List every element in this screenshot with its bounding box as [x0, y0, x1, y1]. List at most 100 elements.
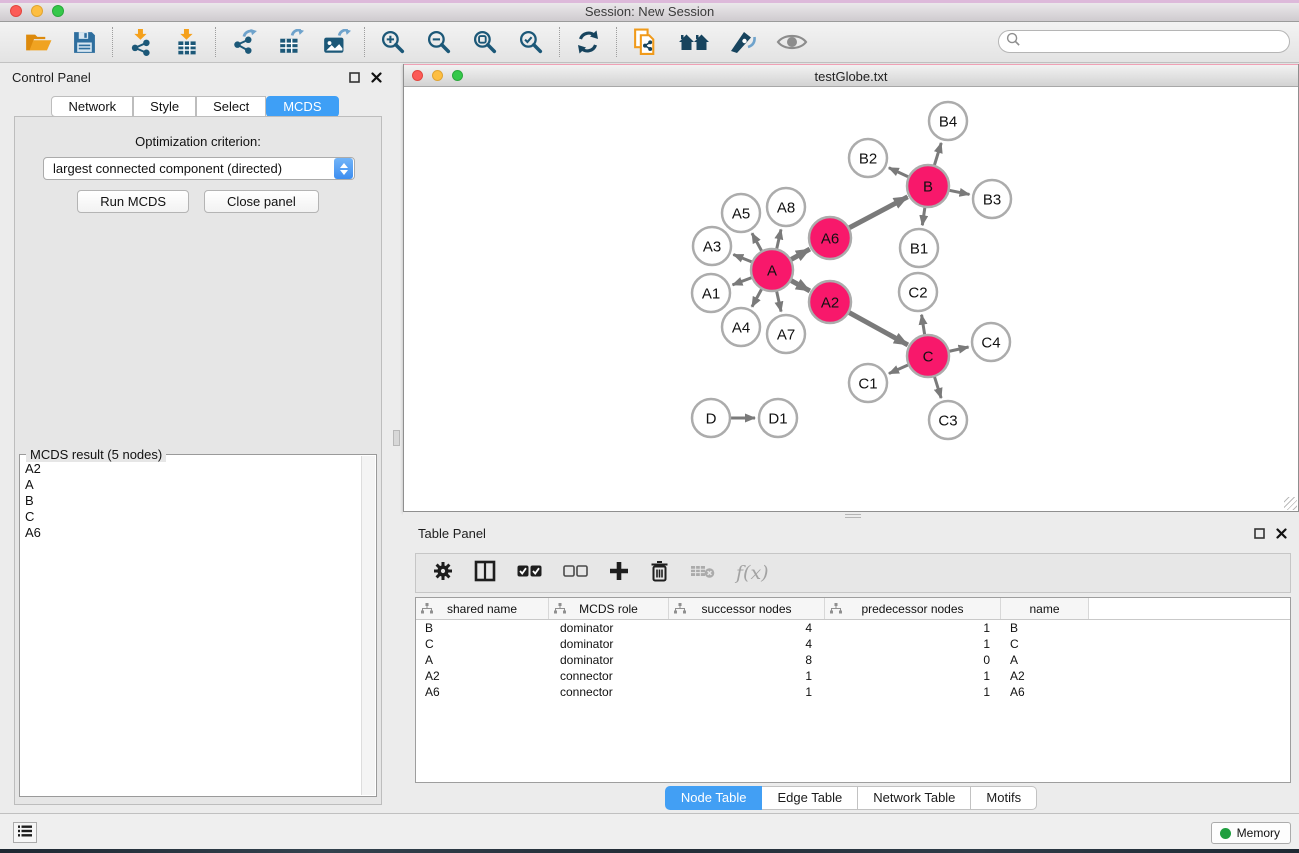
node-A1[interactable]: A1 [692, 274, 730, 312]
tab-motifs[interactable]: Motifs [971, 786, 1037, 810]
column-header-shared-name[interactable]: shared name [416, 598, 549, 619]
tab-edge-table[interactable]: Edge Table [762, 786, 858, 810]
zoom-out-icon [426, 29, 453, 56]
node-C2[interactable]: C2 [899, 273, 937, 311]
import-table-button[interactable] [173, 28, 201, 56]
show-columns-button[interactable] [474, 560, 496, 587]
node-A8[interactable]: A8 [767, 188, 805, 226]
save-session-button[interactable] [70, 28, 98, 56]
table-cell: 8 [669, 652, 825, 668]
result-item[interactable]: A [21, 477, 361, 493]
node-A4[interactable]: A4 [722, 308, 760, 346]
toolbar-search[interactable] [998, 30, 1290, 53]
node-A3[interactable]: A3 [693, 227, 731, 265]
memory-button[interactable]: Memory [1211, 822, 1291, 844]
memory-label: Memory [1237, 826, 1280, 840]
node-D[interactable]: D [692, 399, 730, 437]
tab-network[interactable]: Network [51, 96, 133, 117]
tab-mcds[interactable]: MCDS [266, 96, 338, 117]
table-row[interactable]: Cdominator41C [416, 636, 1290, 652]
network-window-titlebar[interactable]: testGlobe.txt [404, 65, 1298, 87]
tab-select[interactable]: Select [196, 96, 266, 117]
table-cell: 1 [825, 668, 1001, 684]
node-C4[interactable]: C4 [972, 323, 1010, 361]
node-A5[interactable]: A5 [722, 194, 760, 232]
run-mcds-button[interactable]: Run MCDS [77, 190, 189, 213]
table-settings-button[interactable] [433, 561, 453, 586]
table-row[interactable]: Bdominator41B [416, 620, 1290, 636]
zoom-fit-button[interactable] [471, 28, 499, 56]
divider-grip[interactable] [845, 514, 861, 518]
float-panel-icon[interactable] [1253, 527, 1265, 539]
zoom-out-button[interactable] [425, 28, 453, 56]
close-panel-icon[interactable] [1275, 527, 1287, 539]
zoom-selected-button[interactable] [517, 28, 545, 56]
tab-node-table[interactable]: Node Table [665, 786, 763, 810]
export-network-button[interactable] [230, 28, 258, 56]
network-canvas[interactable]: B4 B2 B B3 A8A5 A6 A3 B1 A A1 C2 A2 A4A7 C4 C C1 C3 D D1 [404, 87, 1298, 511]
show-graphics-details-button[interactable] [775, 28, 809, 56]
float-panel-icon[interactable] [348, 71, 360, 83]
table-cell: C [416, 636, 549, 652]
create-column-button[interactable] [609, 561, 629, 586]
column-header-successor-nodes[interactable]: successor nodes [669, 598, 825, 619]
search-input[interactable] [1021, 33, 1289, 51]
table-row[interactable]: Adominator80A [416, 652, 1290, 668]
column-header-name[interactable]: name [1001, 598, 1089, 619]
node-C3[interactable]: C3 [929, 401, 967, 439]
show-task-history-button[interactable] [13, 822, 37, 843]
import-table-icon [174, 29, 200, 56]
delete-table-button[interactable] [690, 563, 715, 584]
svg-text:B3: B3 [983, 191, 1001, 208]
close-panel-button[interactable]: Close panel [204, 190, 319, 213]
column-header-mcds-role[interactable]: MCDS role [549, 598, 669, 619]
function-builder-button[interactable]: f(x) [736, 562, 769, 584]
tab-style[interactable]: Style [133, 96, 196, 117]
zoom-in-button[interactable] [379, 28, 407, 56]
show-all-views-button[interactable] [677, 28, 711, 56]
result-item[interactable]: A2 [21, 461, 361, 477]
export-image-button[interactable] [322, 28, 350, 56]
node-C[interactable]: C [907, 335, 949, 377]
node-D1[interactable]: D1 [759, 399, 797, 437]
table-row[interactable]: A6connector11A6 [416, 684, 1290, 700]
memory-status-icon [1220, 828, 1231, 839]
result-item[interactable]: C [21, 509, 361, 525]
node-B4[interactable]: B4 [929, 102, 967, 140]
close-panel-icon[interactable] [370, 71, 382, 83]
select-all-columns-button[interactable] [517, 564, 542, 582]
node-B2[interactable]: B2 [849, 139, 887, 177]
tab-network-table[interactable]: Network Table [858, 786, 971, 810]
open-session-button[interactable] [24, 28, 52, 56]
table-row[interactable]: A2connector11A2 [416, 668, 1290, 684]
criterion-select[interactable]: largest connected component (directed) [43, 157, 355, 180]
window-resize-grip[interactable] [1284, 497, 1297, 510]
vertical-split-divider[interactable] [390, 63, 403, 813]
result-scrollbar[interactable] [361, 456, 375, 795]
export-table-button[interactable] [276, 28, 304, 56]
horizontal-split-divider[interactable] [403, 512, 1299, 520]
node-A7[interactable]: A7 [767, 315, 805, 353]
node-A[interactable]: A [751, 249, 793, 291]
node-A6[interactable]: A6 [809, 217, 851, 259]
clone-network-button[interactable] [631, 28, 659, 56]
hide-graphics-details-button[interactable] [729, 28, 757, 56]
refresh-button[interactable] [574, 28, 602, 56]
unselect-all-columns-button[interactable] [563, 564, 588, 582]
result-item[interactable]: A6 [21, 525, 361, 541]
application-window: { "window": { "title": "Session: New Ses… [0, 0, 1299, 853]
node-B1[interactable]: B1 [900, 229, 938, 267]
delete-column-button[interactable] [650, 560, 669, 587]
mcds-result-list[interactable]: A2ABCA6 [21, 461, 361, 795]
node-B[interactable]: B [907, 165, 949, 207]
node-C1[interactable]: C1 [849, 364, 887, 402]
table-cell: 1 [825, 620, 1001, 636]
window-title: Session: New Session [0, 4, 1299, 19]
node-A2[interactable]: A2 [809, 281, 851, 323]
svg-text:D1: D1 [768, 410, 787, 427]
divider-grip[interactable] [393, 430, 400, 446]
import-network-button[interactable] [127, 28, 155, 56]
result-item[interactable]: B [21, 493, 361, 509]
column-header-predecessor-nodes[interactable]: predecessor nodes [825, 598, 1001, 619]
node-B3[interactable]: B3 [973, 180, 1011, 218]
